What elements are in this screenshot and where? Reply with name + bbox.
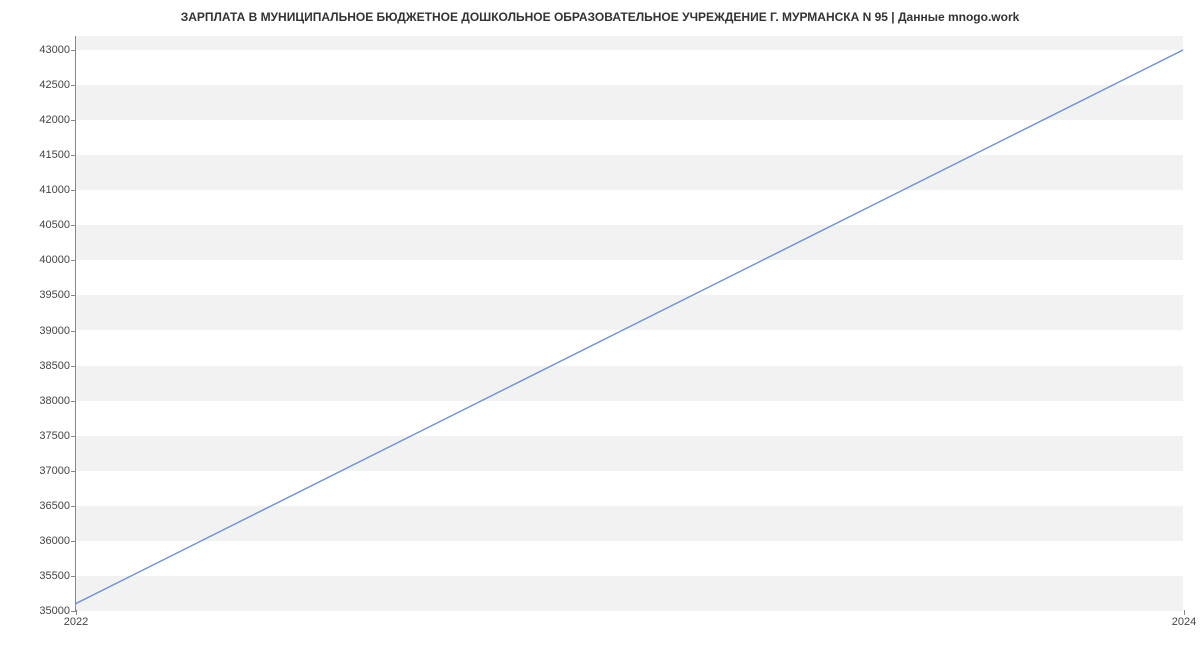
y-tick-label: 41000	[39, 184, 70, 196]
y-tick-label: 38000	[39, 395, 70, 407]
y-tick-label: 37500	[39, 430, 70, 442]
y-tick-label: 43000	[39, 44, 70, 56]
x-tick-mark	[1184, 610, 1185, 615]
y-tick-label: 38500	[39, 360, 70, 372]
y-tick-label: 39500	[39, 289, 70, 301]
y-tick-label: 40000	[39, 254, 70, 266]
line-layer	[75, 36, 1183, 611]
y-tick-label: 40500	[39, 219, 70, 231]
x-tick-label: 2022	[64, 616, 88, 628]
y-tick-label: 36000	[39, 535, 70, 547]
y-tick-label: 36500	[39, 500, 70, 512]
x-tick-label: 2024	[1172, 616, 1196, 628]
y-tick-label: 39000	[39, 325, 70, 337]
y-tick-label: 42500	[39, 79, 70, 91]
chart-title: ЗАРПЛАТА В МУНИЦИПАЛЬНОЕ БЮДЖЕТНОЕ ДОШКО…	[0, 0, 1200, 32]
y-tick-label: 35500	[39, 570, 70, 582]
chart-container: 3500035500360003650037000375003800038500…	[75, 36, 1183, 611]
y-tick-label: 42000	[39, 114, 70, 126]
y-tick-label: 41500	[39, 149, 70, 161]
series-line	[75, 50, 1183, 604]
y-tick-label: 37000	[39, 465, 70, 477]
